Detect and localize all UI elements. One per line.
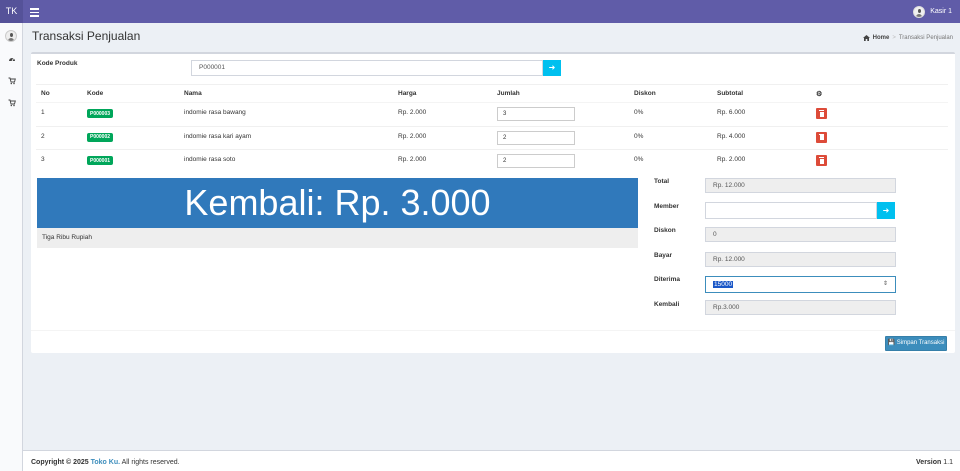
- kode-produk-label: Kode Produk: [37, 60, 78, 67]
- cell-diskon: 0%: [629, 149, 712, 174]
- home-icon: [862, 35, 870, 41]
- bayar-label: Bayar: [654, 252, 673, 259]
- delete-icon[interactable]: [816, 155, 827, 167]
- sidebar: [0, 23, 23, 471]
- member-select-button[interactable]: ➜: [877, 202, 895, 219]
- col-kode: Kode: [82, 84, 179, 103]
- breadcrumb-separator: >: [892, 35, 896, 41]
- col-subtotal: Subtotal: [712, 84, 811, 103]
- cell-nama: indomie rasa kari ayam: [179, 125, 393, 150]
- product-table: No Kode Nama Harga Jumlah Diskon Subtota…: [36, 84, 948, 174]
- kode-produk-input[interactable]: P000001: [191, 60, 543, 76]
- cell-no: 1: [36, 102, 82, 127]
- cell-subtotal: Rp. 2.000: [712, 149, 811, 174]
- version-number: 1.1: [943, 459, 953, 466]
- top-navbar: TK Kasir 1: [0, 0, 960, 23]
- cell-subtotal: Rp. 4.000: [712, 125, 811, 150]
- quantity-input[interactable]: 3: [497, 107, 575, 121]
- cell-harga: Rp. 2.000: [393, 125, 492, 150]
- col-actions: ⚙: [811, 84, 948, 103]
- terbilang-text: Tiga Ribu Rupiah: [37, 228, 638, 248]
- kembali-label: Kembali: [654, 301, 680, 308]
- cell-no: 2: [36, 125, 82, 150]
- footer-copyright: Copyright © 2025 Toko Ku. All rights res…: [31, 459, 180, 466]
- diskon-label: Diskon: [654, 227, 676, 234]
- member-input[interactable]: [705, 202, 877, 219]
- diterima-label: Diterima: [654, 276, 681, 283]
- cell-no: 3: [36, 149, 82, 174]
- delete-icon[interactable]: [816, 131, 827, 143]
- member-label: Member: [654, 203, 679, 210]
- add-product-button[interactable]: ➜: [543, 60, 561, 76]
- kembali-banner: Kembali: Rp. 3.000: [37, 178, 638, 228]
- transaction-box: Kode Produk P000001 ➜ No Kode Nama Harga…: [31, 52, 955, 353]
- divider: [31, 330, 955, 331]
- bayar-field: Rp. 12.000: [705, 252, 896, 267]
- user-avatar: [913, 5, 926, 18]
- cell-harga: Rp. 2.000: [393, 149, 492, 174]
- total-field: Rp. 12.000: [705, 178, 896, 193]
- gear-icon: ⚙: [816, 90, 823, 98]
- quantity-input[interactable]: 2: [497, 154, 575, 169]
- rights-text: All rights reserved.: [121, 459, 180, 466]
- cart-icon[interactable]: [7, 99, 16, 108]
- product-code-badge: P000001: [87, 156, 114, 166]
- col-no: No: [36, 84, 82, 103]
- cell-nama: indomie rasa bawang: [179, 102, 393, 127]
- cell-subtotal: Rp. 6.000: [712, 102, 811, 127]
- product-code-badge: P000003: [87, 109, 114, 118]
- save-transaction-button[interactable]: 💾 Simpan Transaksi: [885, 336, 947, 351]
- user-menu[interactable]: Kasir 1: [913, 5, 952, 18]
- version-label: Version: [916, 459, 942, 466]
- sidebar-toggle-icon[interactable]: [30, 6, 39, 17]
- cell-harga: Rp. 2.000: [393, 102, 492, 127]
- footer: Copyright © 2025 Toko Ku. All rights res…: [23, 450, 960, 471]
- save-icon: 💾: [887, 340, 896, 346]
- col-diskon: Diskon: [629, 84, 712, 103]
- table-row: 2 P000002 indomie rasa kari ayam Rp. 2.0…: [36, 125, 948, 150]
- sidebar-avatar: [5, 30, 17, 42]
- breadcrumb: Home > Transaksi Penjualan: [862, 35, 953, 41]
- cart-icon[interactable]: [7, 77, 16, 86]
- diskon-field: 0: [705, 227, 896, 242]
- user-name: Kasir 1: [930, 8, 952, 15]
- table-row: 1 P000003 indomie rasa bawang Rp. 2.000 …: [36, 102, 948, 127]
- copyright-text: Copyright © 2025: [31, 459, 89, 466]
- table-row: 3 P000001 indomie rasa soto Rp. 2.000 2 …: [36, 149, 948, 174]
- cell-nama: indomie rasa soto: [179, 149, 393, 174]
- delete-icon[interactable]: [816, 108, 827, 119]
- product-code-badge: P000002: [87, 132, 114, 142]
- diterima-value: 15000: [713, 281, 734, 288]
- total-label: Total: [654, 178, 670, 185]
- footer-brand-link[interactable]: Toko Ku.: [91, 459, 120, 466]
- cell-diskon: 0%: [629, 125, 712, 150]
- save-button-label: Simpan Transaksi: [896, 340, 945, 346]
- diterima-input[interactable]: 15000 ⇕: [705, 276, 896, 293]
- col-harga: Harga: [393, 84, 492, 103]
- col-jumlah: Jumlah: [492, 84, 629, 103]
- cell-diskon: 0%: [629, 102, 712, 127]
- kembali-field: Rp.3.000: [705, 300, 896, 315]
- col-nama: Nama: [179, 84, 393, 103]
- breadcrumb-home[interactable]: Home: [873, 35, 890, 41]
- stepper-arrows-icon[interactable]: ⇕: [883, 277, 888, 292]
- quantity-input[interactable]: 2: [497, 130, 575, 145]
- dashboard-icon[interactable]: [7, 55, 16, 64]
- footer-version: Version 1.1: [916, 459, 953, 466]
- page-title: Transaksi Penjualan: [32, 29, 141, 43]
- breadcrumb-current: Transaksi Penjualan: [898, 35, 953, 41]
- brand-logo[interactable]: TK: [0, 0, 23, 23]
